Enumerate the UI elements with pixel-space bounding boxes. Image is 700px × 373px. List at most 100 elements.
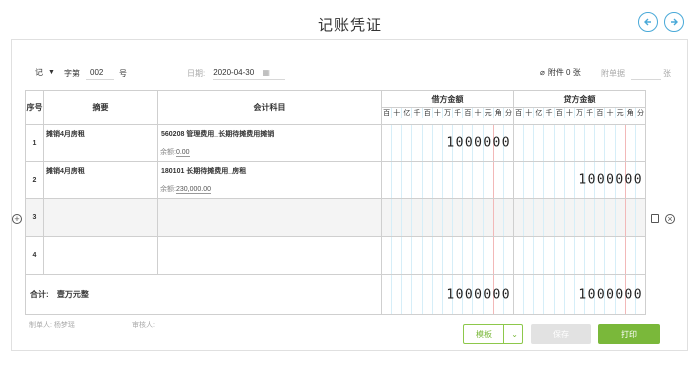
row-debit-amount: 1000000 <box>446 135 511 151</box>
row-account-name: 560208 管理费用_长期待摊费用摊销 <box>161 131 275 138</box>
voucher-number-label: 字第 <box>64 69 80 78</box>
row-debit[interactable]: 1000000 <box>381 124 514 162</box>
row-credit[interactable] <box>513 198 646 237</box>
digit-unit-label: 十 <box>473 108 484 118</box>
row-summary[interactable]: 摊销4月房租 <box>43 161 158 199</box>
arrow-right-icon <box>671 18 678 26</box>
row-debit[interactable] <box>381 198 514 237</box>
template-button-label: 模板 <box>476 329 492 339</box>
table-header-row: 序号 摘要 会计科目 借方金额 贷方金额 <box>25 90 646 125</box>
table-row[interactable]: 4 <box>25 236 646 275</box>
save-button[interactable]: 保存 <box>531 324 591 344</box>
digit-unit-label: 万 <box>575 108 586 118</box>
digit-unit-label: 亿 <box>402 108 413 118</box>
row-summary[interactable] <box>43 198 158 237</box>
digit-unit-label: 百 <box>555 108 565 118</box>
credit-digit-units: 百十亿千百十万千百十元角分 <box>513 107 646 125</box>
date-value: 2020-04-30 <box>213 68 255 77</box>
paperclip-icon: ⌀ <box>540 68 545 77</box>
col-credit-header: 贷方金额 <box>513 90 646 108</box>
total-debit-amount: 1000000 <box>446 287 511 302</box>
attachment-docs-label: 附单据 <box>601 69 625 78</box>
copy-icon[interactable] <box>651 214 659 223</box>
digit-unit-label: 千 <box>412 108 423 118</box>
digit-unit-label: 万 <box>443 108 454 118</box>
arrow-left-icon <box>644 18 651 26</box>
voucher-table: 序号 摘要 会计科目 借方金额 贷方金额 百十亿千百十万千百十元角分 百十亿千百… <box>25 90 646 315</box>
chevron-down-icon[interactable]: ⌄ <box>511 330 518 339</box>
row-seq: 4 <box>25 236 44 275</box>
row-balance: 余额:0.00 <box>160 149 190 157</box>
reviewer-label: 审核人: <box>132 322 155 329</box>
digit-unit-label: 十 <box>392 108 403 118</box>
row-credit[interactable]: 1000000 <box>513 161 646 199</box>
digit-unit-label: 角 <box>494 108 504 118</box>
digit-unit-label: 分 <box>504 110 512 117</box>
row-seq: 3 <box>25 198 44 237</box>
digit-unit-label: 百 <box>382 108 393 118</box>
debit-digit-units: 百十亿千百十万千百十元角分 <box>381 107 514 125</box>
print-button[interactable]: 打印 <box>598 324 660 344</box>
row-credit[interactable] <box>513 124 646 162</box>
row-account[interactable]: 180101 长期待摊费用_房租 余额:230,000.00 <box>157 161 382 199</box>
next-voucher-button[interactable] <box>664 12 684 32</box>
digit-unit-label: 元 <box>616 108 626 118</box>
row-account-name: 180101 长期待摊费用_房租 <box>161 168 247 175</box>
total-debit: 1000000 <box>381 274 514 315</box>
digit-unit-label: 十 <box>433 108 443 118</box>
row-balance: 余额:230,000.00 <box>160 186 211 194</box>
voucher-number-input[interactable]: 002 <box>86 67 114 80</box>
maker-label: 制单人: 杨梦瑶 <box>29 322 75 329</box>
date-input[interactable]: 2020-04-30 ▦ <box>213 67 286 80</box>
voucher-type-value: 记 <box>35 68 43 77</box>
table-row[interactable]: 3 <box>25 198 646 237</box>
total-credit: 1000000 <box>513 274 646 315</box>
row-seq: 1 <box>25 124 44 162</box>
digit-unit-label: 十 <box>524 108 535 118</box>
digit-unit-label: 百 <box>463 108 474 118</box>
digit-unit-label: 千 <box>453 108 464 118</box>
total-credit-amount: 1000000 <box>578 287 643 302</box>
digit-unit-label: 千 <box>585 108 596 118</box>
attachment-docs-input[interactable] <box>631 67 661 80</box>
date-label: 日期: <box>187 69 206 78</box>
close-circle-icon[interactable]: × <box>665 214 675 224</box>
template-button[interactable]: 模板 ⌄ <box>463 324 523 344</box>
total-label: 合计: <box>30 290 49 299</box>
attachment-count-link[interactable]: 附件 0 张 <box>548 67 581 78</box>
digit-unit-label: 亿 <box>534 108 545 118</box>
col-account-header: 会计科目 <box>157 90 382 125</box>
voucher-type-select[interactable]: 记 ▼ <box>35 67 55 78</box>
digit-unit-label: 十 <box>605 108 616 118</box>
row-account[interactable]: 560208 管理费用_长期待摊费用摊销 余额:0.00 <box>157 124 382 162</box>
table-row[interactable]: 2 摊销4月房租 180101 长期待摊费用_房租 余额:230,000.00 … <box>25 161 646 199</box>
row-credit-amount: 1000000 <box>578 172 643 188</box>
col-seq-header: 序号 <box>25 90 44 125</box>
table-row[interactable]: 1 摊销4月房租 560208 管理费用_长期待摊费用摊销 余额:0.00 10… <box>25 124 646 162</box>
row-summary[interactable]: 摊销4月房租 <box>43 124 158 162</box>
total-words: 壹万元整 <box>56 290 89 299</box>
row-debit[interactable] <box>381 161 514 199</box>
digit-unit-label: 百 <box>514 108 525 118</box>
row-debit[interactable] <box>381 236 514 275</box>
row-seq: 2 <box>25 161 44 199</box>
total-cell: 合计: 壹万元整 <box>25 274 382 315</box>
prev-voucher-button[interactable] <box>638 12 658 32</box>
page-title: 记账凭证 <box>317 17 382 34</box>
calendar-icon[interactable]: ▦ <box>262 68 270 77</box>
digit-unit-label: 十 <box>565 108 575 118</box>
digit-unit-label: 百 <box>595 108 606 118</box>
voucher-number-suffix: 号 <box>119 69 127 78</box>
digit-unit-label: 分 <box>636 110 644 117</box>
row-summary[interactable] <box>43 236 158 275</box>
row-credit[interactable] <box>513 236 646 275</box>
total-row: 合计: 壹万元整 1000000 1000000 <box>25 274 646 315</box>
row-account[interactable] <box>157 198 382 237</box>
plus-circle-icon[interactable]: + <box>12 214 22 224</box>
row-account[interactable] <box>157 236 382 275</box>
attachment-docs-suffix: 张 <box>663 69 671 78</box>
digit-unit-label: 元 <box>484 108 494 118</box>
digit-unit-label: 角 <box>626 108 636 118</box>
caret-down-icon: ▼ <box>48 69 55 76</box>
digit-unit-label: 千 <box>544 108 555 118</box>
